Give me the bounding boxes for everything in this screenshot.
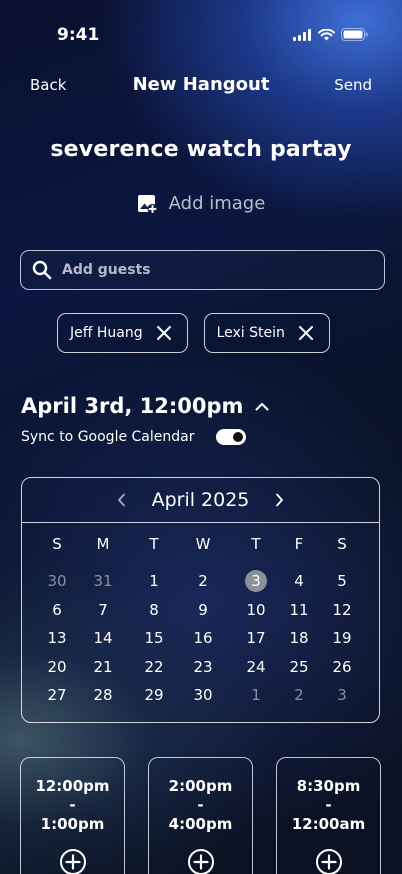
calendar-day[interactable]: 19 [326,627,358,649]
calendar-day[interactable]: 13 [41,627,73,649]
time-slot-end: 12:00am [291,815,366,833]
event-datetime-toggle[interactable]: April 3rd, 12:00pm [21,394,269,418]
guest-chip-label: Jeff Huang [70,325,143,341]
calendar-header: April 2025 [22,478,379,523]
calendar-day[interactable]: 25 [283,656,315,678]
plus-circle-icon [315,849,342,874]
guest-chip[interactable]: Lexi Stein [203,313,330,353]
calendar-day[interactable]: 7 [87,599,119,621]
calendar-day[interactable]: 16 [187,627,219,649]
calendar-day[interactable]: 8 [138,599,170,621]
calendar: April 2025 SMTWTFS 30 31 1 2 3 4 5 6 7 8 9 10 11 12 13… [21,477,380,723]
chevron-up-icon [255,402,269,410]
calendar-day[interactable]: 3 [326,684,358,706]
calendar-day[interactable]: 23 [187,656,219,678]
weekday-label: W [195,535,211,553]
time-slot-sep: - [325,796,332,814]
add-image-label: Add image [168,193,266,214]
wifi-icon [318,28,335,40]
calendar-day[interactable]: 20 [41,656,73,678]
close-icon[interactable] [156,326,171,340]
calendar-day[interactable]: 2 [187,570,219,592]
calendar-month: April 2025 [151,489,250,511]
add-image-icon [137,194,158,214]
calendar-day[interactable]: 27 [41,684,73,706]
calendar-day[interactable]: 1 [138,570,170,592]
guest-chip-label: Lexi Stein [216,325,285,341]
add-time-button[interactable] [315,848,343,874]
sync-toggle[interactable] [216,429,247,445]
status-time: 9:41 [57,25,100,45]
time-slot-sep: - [197,796,204,814]
weekday-label: T [149,535,159,553]
calendar-day[interactable]: 21 [87,656,119,678]
event-datetime: April 3rd, 12:00pm [21,394,244,418]
add-time-button[interactable] [187,848,215,874]
chevron-right-icon [276,493,283,507]
battery-icon [341,28,368,41]
calendar-day[interactable]: 10 [240,599,272,621]
time-slot-start: 12:00pm [35,777,110,795]
calendar-day[interactable]: 24 [240,656,272,678]
calendar-day[interactable]: 5 [326,570,358,592]
calendar-day[interactable]: 30 [187,684,219,706]
time-slot-card[interactable]: 8:30pm -12:00am [276,757,381,874]
calendar-day[interactable]: 18 [283,627,315,649]
calendar-day[interactable]: 22 [138,656,170,678]
calendar-day[interactable]: 29 [138,684,170,706]
sync-label: Sync to Google Calendar [21,429,195,445]
plus-circle-icon [59,849,86,874]
guest-search-input[interactable] [62,262,362,278]
weekday-label: S [337,535,347,553]
calendar-day[interactable]: 12 [326,599,358,621]
calendar-day[interactable]: 2 [283,684,315,706]
calendar-day[interactable]: 26 [326,656,358,678]
time-slot-end: 4:00pm [168,815,233,833]
weekday-label: F [294,535,304,553]
guest-chip[interactable]: Jeff Huang [57,313,188,353]
calendar-day-selected[interactable]: 3 [240,570,272,592]
next-month-button[interactable] [269,490,289,510]
time-slot-start: 2:00pm [168,777,233,795]
chevron-left-icon [118,493,125,507]
sync-row: Sync to Google Calendar [21,429,247,445]
hangout-title[interactable]: severence watch partay [0,137,402,162]
weekday-label: M [96,535,110,553]
time-slots: 12:00pm -1:00pm 2:00pm -4:00pm 8:30pm -12:00a… [20,757,381,874]
calendar-day[interactable]: 15 [138,627,170,649]
calendar-day[interactable]: 6 [41,599,73,621]
calendar-day[interactable]: 1 [240,684,272,706]
calendar-day[interactable]: 31 [87,570,119,592]
close-icon[interactable] [298,326,313,340]
calendar-day[interactable]: 28 [87,684,119,706]
guest-search-box[interactable] [20,250,385,290]
time-slot-card[interactable]: 12:00pm -1:00pm [20,757,125,874]
weekday-label: S [52,535,62,553]
back-button[interactable]: Back [30,76,66,94]
time-slot-end: 1:00pm [40,815,105,833]
send-button[interactable]: Send [334,76,372,94]
calendar-day[interactable]: 17 [240,627,272,649]
signal-icon [293,28,311,41]
add-time-button[interactable] [59,848,87,874]
time-slot-card[interactable]: 2:00pm -4:00pm [148,757,253,874]
calendar-day[interactable]: 30 [41,570,73,592]
prev-month-button[interactable] [112,490,132,510]
time-slot-start: 8:30pm [296,777,361,795]
plus-circle-icon [187,849,214,874]
search-icon [32,260,52,280]
time-slot-sep: - [69,796,76,814]
add-image-button[interactable]: Add image [0,193,402,214]
calendar-day[interactable]: 14 [87,627,119,649]
guest-chips: Jeff Huang Lexi Stein [57,313,330,353]
calendar-day[interactable]: 11 [283,599,315,621]
calendar-day[interactable]: 9 [187,599,219,621]
weekday-label: T [251,535,261,553]
calendar-day[interactable]: 4 [283,570,315,592]
status-icons [293,28,368,41]
